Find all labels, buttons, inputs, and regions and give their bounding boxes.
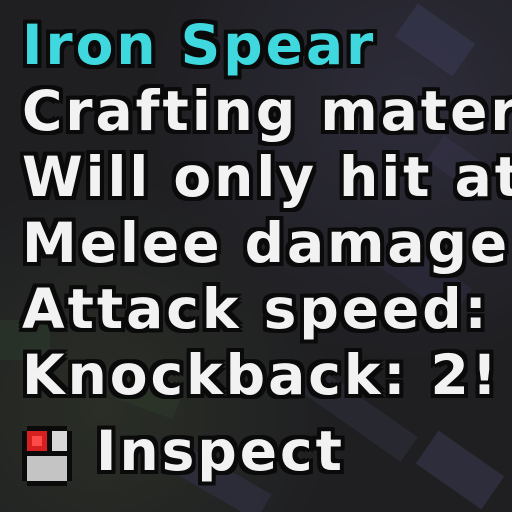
item-name: Iron Spear xyxy=(22,13,377,77)
mouse-left-click-icon xyxy=(22,426,72,486)
tooltip-line-attack-speed: Attack speed: xyxy=(22,277,490,341)
tooltip-line-melee-damage: Melee damage xyxy=(22,211,511,275)
tooltip-line-knockback: Knockback: 2! xyxy=(22,343,500,407)
tooltip-line-crafting: Crafting mater xyxy=(22,79,512,143)
inspect-label: Inspect xyxy=(96,419,345,483)
tooltip-line-hit-restriction: Will only hit at xyxy=(22,145,512,209)
item-tooltip: Iron Spear Crafting mater Will only hit … xyxy=(0,0,512,512)
game-scene: Iron Spear Crafting mater Will only hit … xyxy=(0,0,512,512)
